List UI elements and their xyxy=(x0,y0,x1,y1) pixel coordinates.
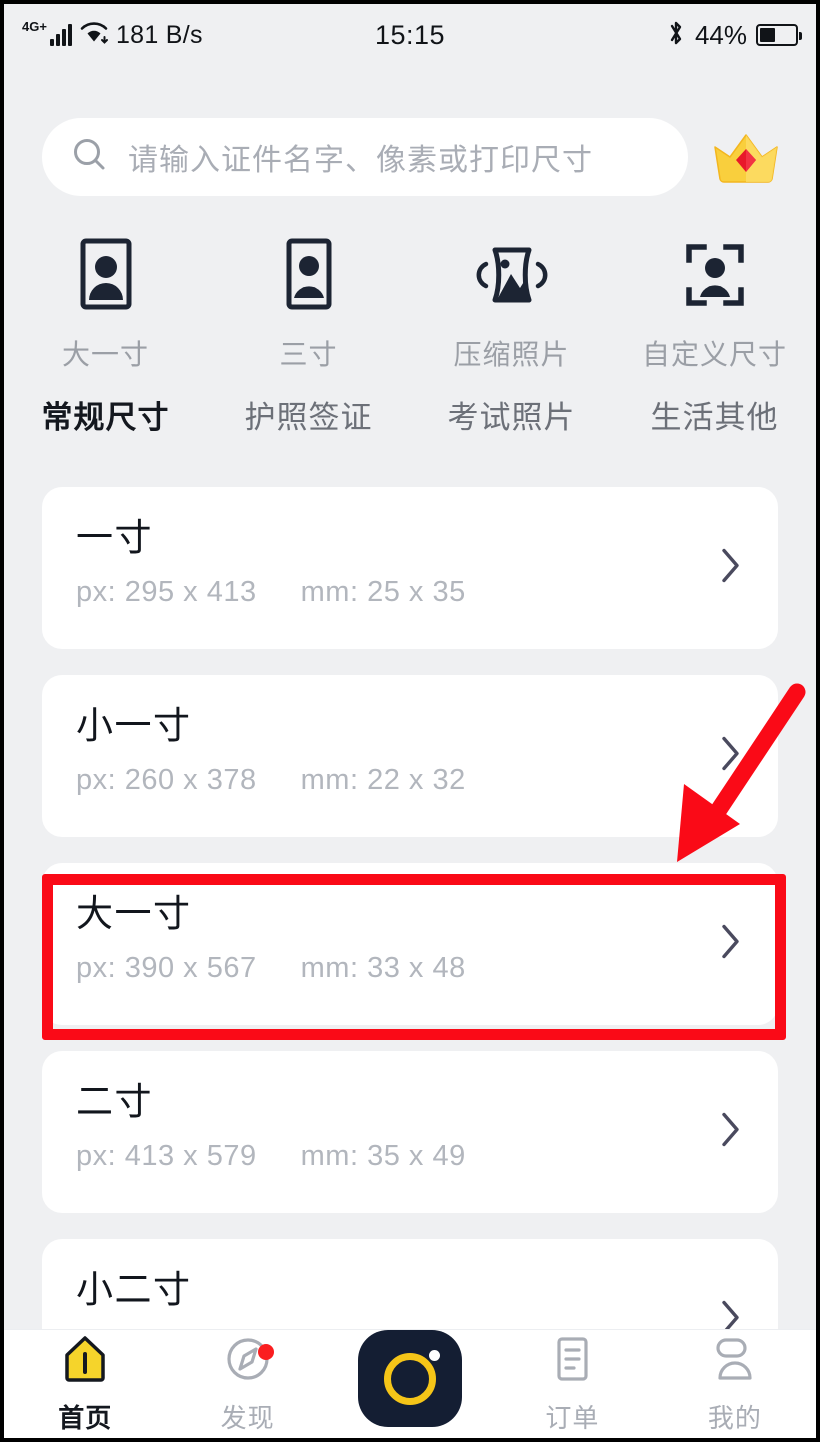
size-card-px: px: 260 x 378 xyxy=(76,763,257,796)
size-card-mm: mm: 25 x 35 xyxy=(300,575,466,608)
tab-label: 生活其他 xyxy=(650,400,779,435)
size-card-title: 二寸 xyxy=(76,1081,153,1122)
status-bar-clock: 15:15 xyxy=(374,19,446,50)
nav-item-label: 发现 xyxy=(220,1402,275,1433)
status-bar-right: 44% xyxy=(445,18,803,53)
size-card-title: 一寸 xyxy=(76,517,153,558)
nav-item-camera[interactable] xyxy=(329,1330,491,1438)
quick-action-san-cun[interactable]: 三寸 xyxy=(207,236,410,373)
tab-label: 常规尺寸 xyxy=(33,392,178,441)
camera-lens-icon xyxy=(384,1352,437,1405)
battery-icon xyxy=(756,24,803,46)
nav-item-home[interactable]: 首页 xyxy=(4,1330,166,1438)
crown-icon[interactable] xyxy=(710,127,782,187)
size-card-title: 大一寸 xyxy=(76,893,192,934)
size-card-title: 小一寸 xyxy=(76,705,192,746)
size-card-title: 小二寸 xyxy=(76,1269,192,1310)
size-card-mm: mm: 22 x 32 xyxy=(300,763,466,796)
quick-action-da-yi-cun[interactable]: 大一寸 xyxy=(4,236,207,373)
size-card-er-cun[interactable]: 二寸 px: 413 x 579 mm: 35 x 49 xyxy=(42,1051,778,1213)
size-card-mm: mm: 33 x 48 xyxy=(300,951,466,984)
chevron-right-icon[interactable] xyxy=(720,547,742,590)
quick-action-compress-photo[interactable]: 压缩照片 xyxy=(410,236,613,373)
nav-item-label: 订单 xyxy=(545,1402,600,1433)
quick-action-label: 自定义尺寸 xyxy=(641,339,787,370)
search-icon xyxy=(70,135,110,180)
tab-label: 考试照片 xyxy=(447,400,576,435)
size-list[interactable]: 一寸 px: 295 x 413 mm: 25 x 35 小一寸 px: 260… xyxy=(42,487,778,1438)
person-icon xyxy=(712,1334,758,1389)
search-placeholder: 请输入证件名字、像素或打印尺寸 xyxy=(128,144,593,177)
size-card-xiao-yi-cun[interactable]: 小一寸 px: 260 x 378 mm: 22 x 32 xyxy=(42,675,778,837)
network-type-label: 4G+ xyxy=(22,18,47,34)
wifi-icon xyxy=(79,21,109,50)
status-bar-left: 4G+ 181 B/s xyxy=(22,18,375,50)
portrait-frame-icon xyxy=(278,236,340,319)
quick-actions: 大一寸 三寸 压缩照片 自定义尺寸 xyxy=(4,236,816,373)
status-bar: 4G+ 181 B/s 15:15 44% xyxy=(4,4,816,66)
chevron-right-icon[interactable] xyxy=(720,923,742,966)
tab-passport-visa[interactable]: 护照签证 xyxy=(207,392,410,439)
portrait-frame-icon xyxy=(75,236,137,319)
size-card-px: px: 295 x 413 xyxy=(76,575,257,608)
nav-item-profile[interactable]: 我的 xyxy=(654,1330,816,1438)
size-card-px: px: 413 x 579 xyxy=(76,1139,257,1172)
nav-item-discover[interactable]: 发现 xyxy=(166,1330,328,1438)
network-speed-label: 181 B/s xyxy=(115,20,203,49)
chevron-right-icon[interactable] xyxy=(720,735,742,778)
compass-icon xyxy=(224,1334,272,1389)
category-tabs: 常规尺寸 护照签证 考试照片 生活其他 xyxy=(4,392,816,441)
size-card-mm: mm: 35 x 49 xyxy=(300,1139,466,1172)
tab-label: 护照签证 xyxy=(244,400,373,435)
size-card-da-yi-cun[interactable]: 大一寸 px: 390 x 567 mm: 33 x 48 xyxy=(42,863,778,1025)
custom-size-scan-icon xyxy=(679,236,751,319)
home-icon xyxy=(61,1334,109,1389)
nav-item-label: 我的 xyxy=(707,1402,762,1433)
nav-item-label: 首页 xyxy=(58,1402,113,1433)
tab-life-other[interactable]: 生活其他 xyxy=(613,392,816,439)
camera-button-icon[interactable] xyxy=(358,1330,463,1427)
bluetooth-icon xyxy=(666,18,686,53)
tab-exam-photos[interactable]: 考试照片 xyxy=(410,392,613,439)
nav-item-orders[interactable]: 订单 xyxy=(491,1330,653,1438)
size-card-meta: px: 413 x 579 mm: 35 x 49 xyxy=(76,1140,744,1173)
search-input[interactable]: 请输入证件名字、像素或打印尺寸 xyxy=(42,118,688,196)
size-card-meta: px: 295 x 413 mm: 25 x 35 xyxy=(76,576,744,609)
order-document-icon xyxy=(550,1334,594,1389)
phone-screen: 4G+ 181 B/s 15:15 44% 请输入证件名字、像素或打印尺寸 大一… xyxy=(0,0,820,1442)
tab-regular-sizes[interactable]: 常规尺寸 xyxy=(4,392,207,441)
quick-action-label: 大一寸 xyxy=(61,339,149,370)
quick-action-label: 三寸 xyxy=(279,339,338,370)
search-row: 请输入证件名字、像素或打印尺寸 xyxy=(4,116,816,198)
quick-action-label: 压缩照片 xyxy=(453,339,570,370)
chevron-right-icon[interactable] xyxy=(720,1111,742,1154)
bottom-navigation: 首页 发现 订单 我的 xyxy=(4,1329,816,1438)
notification-badge xyxy=(257,1344,274,1360)
size-card-meta: px: 390 x 567 mm: 33 x 48 xyxy=(76,952,744,985)
size-card-px: px: 390 x 567 xyxy=(76,951,257,984)
size-card-meta: px: 260 x 378 mm: 22 x 32 xyxy=(76,764,744,797)
quick-action-custom-size[interactable]: 自定义尺寸 xyxy=(613,236,816,373)
battery-percent-label: 44% xyxy=(694,19,748,50)
camera-flash-dot-icon xyxy=(429,1350,441,1361)
size-card-yi-cun[interactable]: 一寸 px: 295 x 413 mm: 25 x 35 xyxy=(42,487,778,649)
signal-bars-icon xyxy=(49,24,72,46)
compress-image-icon xyxy=(473,236,551,319)
